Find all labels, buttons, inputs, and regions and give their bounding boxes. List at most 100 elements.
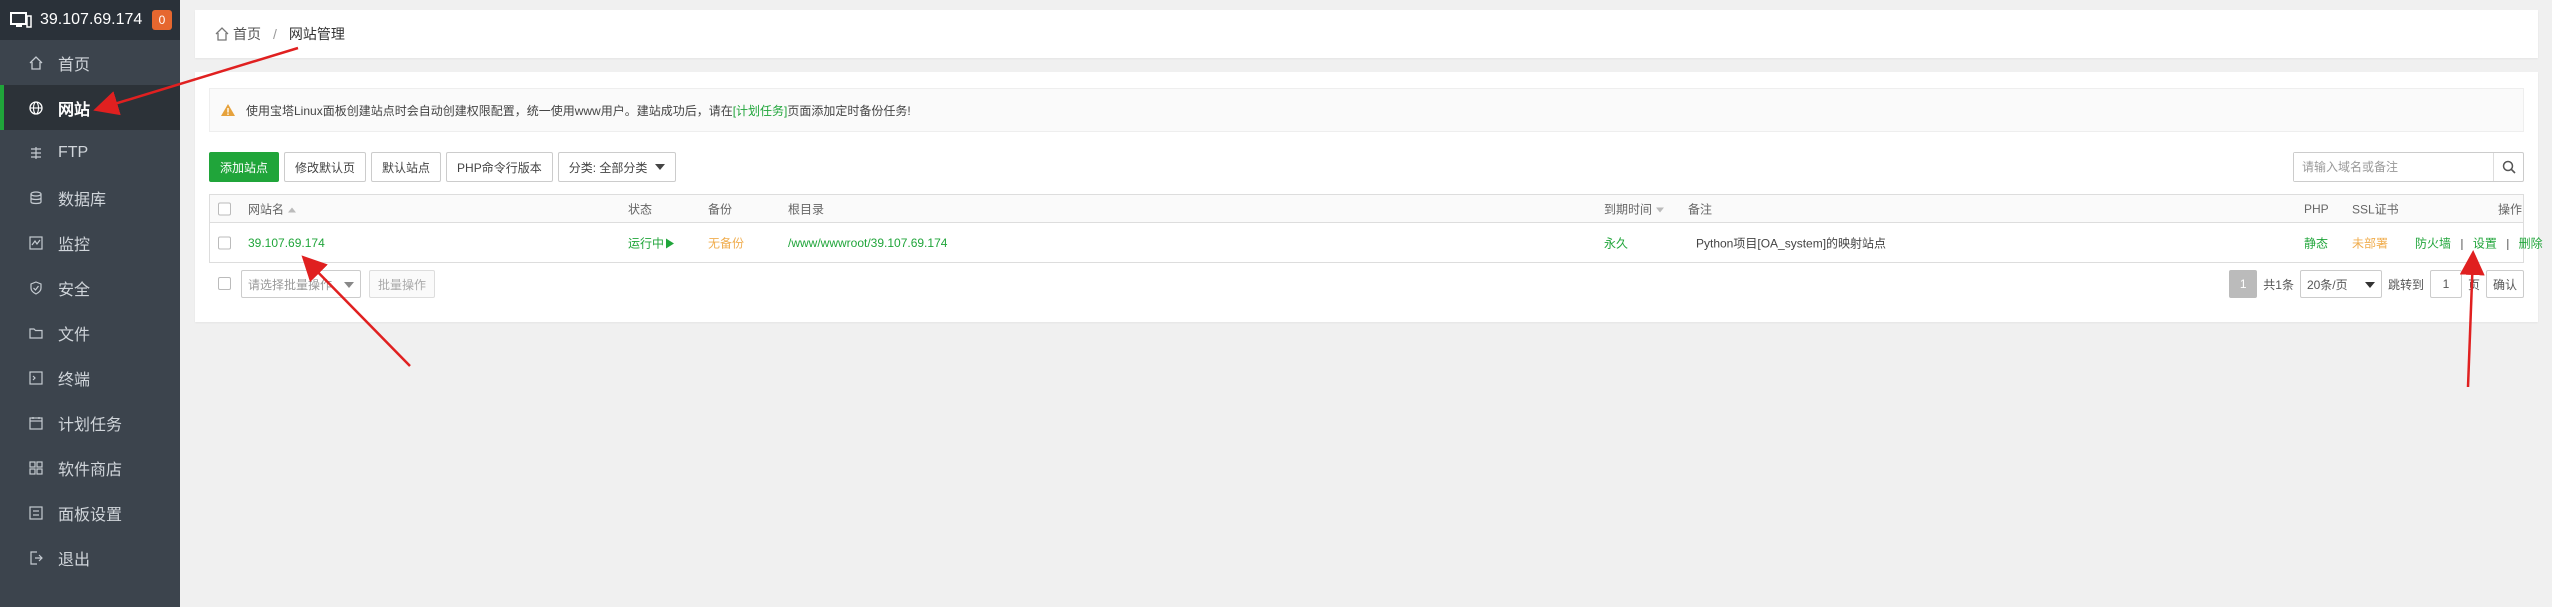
- sidebar-item-monitor[interactable]: 监控: [0, 220, 180, 265]
- col-php-header: PHP: [2304, 201, 2329, 216]
- footer-select-all-checkbox[interactable]: [218, 277, 231, 290]
- action-separator: |: [2506, 236, 2510, 250]
- batch-select-placeholder: 请选择批量操作: [248, 277, 333, 292]
- notification-badge[interactable]: 0: [152, 10, 172, 30]
- home-icon: [215, 27, 229, 41]
- site-ssl-link[interactable]: 未部署: [2352, 234, 2388, 251]
- chevron-down-icon: [655, 164, 666, 170]
- settings-icon: [28, 505, 44, 521]
- site-remark[interactable]: Python项目[OA_system]的映射站点: [1696, 234, 1886, 251]
- add-site-button[interactable]: 添加站点: [209, 152, 280, 182]
- sidebar-item-store[interactable]: 软件商店: [0, 445, 180, 490]
- search-icon: [2502, 160, 2516, 174]
- col-expire-label: 到期时间: [1604, 202, 1653, 216]
- home-icon: [28, 55, 44, 71]
- monitor-icon: [10, 12, 32, 28]
- page-suffix: 页: [2467, 277, 2480, 292]
- sidebar-item-terminal[interactable]: 终端: [0, 355, 180, 400]
- warning-icon: [221, 104, 235, 116]
- sidebar-item-website[interactable]: 网站: [0, 85, 180, 130]
- col-status-header: 状态: [628, 202, 653, 216]
- sidebar-item-label: 终端: [58, 371, 91, 389]
- sort-asc-icon: [288, 207, 297, 213]
- site-php-link[interactable]: 静态: [2304, 234, 2328, 251]
- site-root-link[interactable]: /www/wwwroot/39.107.69.174: [788, 236, 947, 250]
- sidebar-item-label: 数据库: [58, 191, 107, 209]
- php-cli-version-button[interactable]: PHP命令行版本: [446, 152, 553, 182]
- sites-table: 网站名 状态 备份 根目录 到期时间 备注 PHP SSL证书 操作 39.10…: [209, 194, 2543, 263]
- col-backup-header: 备份: [708, 202, 733, 216]
- category-select-label: 分类: 全部分类: [568, 160, 648, 175]
- category-select[interactable]: 分类: 全部分类: [557, 152, 677, 182]
- settings-link[interactable]: 设置: [2473, 236, 2497, 250]
- delete-link[interactable]: 删除: [2519, 236, 2543, 250]
- site-name-link[interactable]: 39.107.69.174: [248, 236, 325, 250]
- jump-page-input[interactable]: 1: [2429, 270, 2462, 298]
- sidebar-item-settings[interactable]: 面板设置: [0, 490, 180, 535]
- col-expire-header[interactable]: 到期时间: [1604, 200, 1665, 217]
- site-status-label: 运行中: [628, 236, 665, 250]
- current-page[interactable]: 1: [2229, 270, 2258, 298]
- per-page-select[interactable]: 20条/页: [2299, 270, 2382, 298]
- row-checkbox[interactable]: [218, 236, 231, 249]
- per-page-label: 20条/页: [2306, 277, 2348, 292]
- sidebar-item-home[interactable]: 首页: [0, 40, 180, 85]
- main-content: 首页 / 网站管理 使用宝塔Linux面板创建站点时会自动创建权限配置，统一使用…: [180, 0, 2552, 607]
- toolbar: 添加站点 修改默认页 默认站点 PHP命令行版本 分类: 全部分类: [209, 152, 677, 182]
- batch-action-select[interactable]: 请选择批量操作: [241, 270, 361, 298]
- server-ip: 39.107.69.174: [40, 11, 143, 28]
- breadcrumb: 首页 / 网站管理: [195, 10, 2538, 58]
- table-row: 39.107.69.174 运行中 无备份 /www/wwwroot/39.10…: [210, 223, 2543, 262]
- batch-action-button[interactable]: 批量操作: [369, 270, 436, 298]
- site-backup-link[interactable]: 无备份: [708, 234, 744, 251]
- col-root-header: 根目录: [788, 202, 825, 216]
- chevron-down-icon: [344, 282, 354, 288]
- logout-icon: [28, 550, 44, 566]
- sidebar-item-label: 监控: [58, 236, 91, 254]
- col-name-label: 网站名: [248, 202, 285, 216]
- action-separator: |: [2460, 236, 2464, 250]
- sidebar-menu: 首页 网站 FTP 数据库 监控 安全 文件 终端 计划任务 软件商店 面板设置…: [0, 40, 180, 580]
- firewall-link[interactable]: 防火墙: [2415, 236, 2451, 250]
- select-all-checkbox[interactable]: [218, 202, 231, 215]
- sidebar-item-cron[interactable]: 计划任务: [0, 400, 180, 445]
- notice-banner: 使用宝塔Linux面板创建站点时会自动创建权限配置，统一使用www用户。建站成功…: [209, 88, 2524, 132]
- sidebar-item-files[interactable]: 文件: [0, 310, 180, 355]
- cron-link[interactable]: [计划任务]: [733, 102, 788, 119]
- sidebar-item-label: 安全: [58, 281, 91, 299]
- col-actions-header: 操作: [2498, 202, 2523, 216]
- breadcrumb-current: 网站管理: [288, 26, 345, 42]
- site-status-toggle[interactable]: 运行中: [628, 234, 675, 251]
- database-icon: [28, 190, 44, 206]
- sidebar-header: 39.107.69.174 0: [0, 0, 180, 40]
- sidebar-item-ftp[interactable]: FTP: [0, 130, 180, 175]
- chevron-down-icon: [2364, 282, 2375, 288]
- site-expire-link[interactable]: 永久: [1604, 234, 1628, 251]
- site-panel: 使用宝塔Linux面板创建站点时会自动创建权限配置，统一使用www用户。建站成功…: [195, 72, 2543, 322]
- modify-default-page-button[interactable]: 修改默认页: [284, 152, 367, 182]
- globe-icon: [28, 100, 44, 116]
- search-box: [2293, 152, 2524, 182]
- default-site-button[interactable]: 默认站点: [371, 152, 442, 182]
- jump-confirm-button[interactable]: 确认: [2485, 270, 2524, 298]
- shield-icon: [28, 280, 44, 296]
- sidebar-item-label: 文件: [58, 326, 91, 344]
- notice-text-after: 页面添加定时备份任务!: [787, 103, 911, 118]
- breadcrumb-home[interactable]: 首页: [233, 24, 261, 44]
- sidebar-item-logout[interactable]: 退出: [0, 535, 180, 580]
- sidebar-item-label: 首页: [58, 56, 91, 74]
- sidebar-item-database[interactable]: 数据库: [0, 175, 180, 220]
- total-count: 共1条: [2263, 277, 2294, 292]
- search-button[interactable]: [2493, 153, 2523, 181]
- sidebar-item-label: FTP: [58, 143, 89, 161]
- search-input[interactable]: [2294, 153, 2493, 181]
- sidebar-item-security[interactable]: 安全: [0, 265, 180, 310]
- jump-label: 跳转到: [2387, 277, 2424, 292]
- col-name-header[interactable]: 网站名: [248, 200, 297, 217]
- sidebar-item-label: 退出: [58, 551, 91, 569]
- breadcrumb-separator: /: [273, 26, 277, 42]
- sidebar-item-label: 软件商店: [58, 461, 123, 479]
- play-icon: [666, 238, 675, 249]
- sidebar-item-label: 面板设置: [58, 506, 123, 524]
- notice-text: 使用宝塔Linux面板创建站点时会自动创建权限配置，统一使用www用户。建站成功…: [246, 103, 733, 118]
